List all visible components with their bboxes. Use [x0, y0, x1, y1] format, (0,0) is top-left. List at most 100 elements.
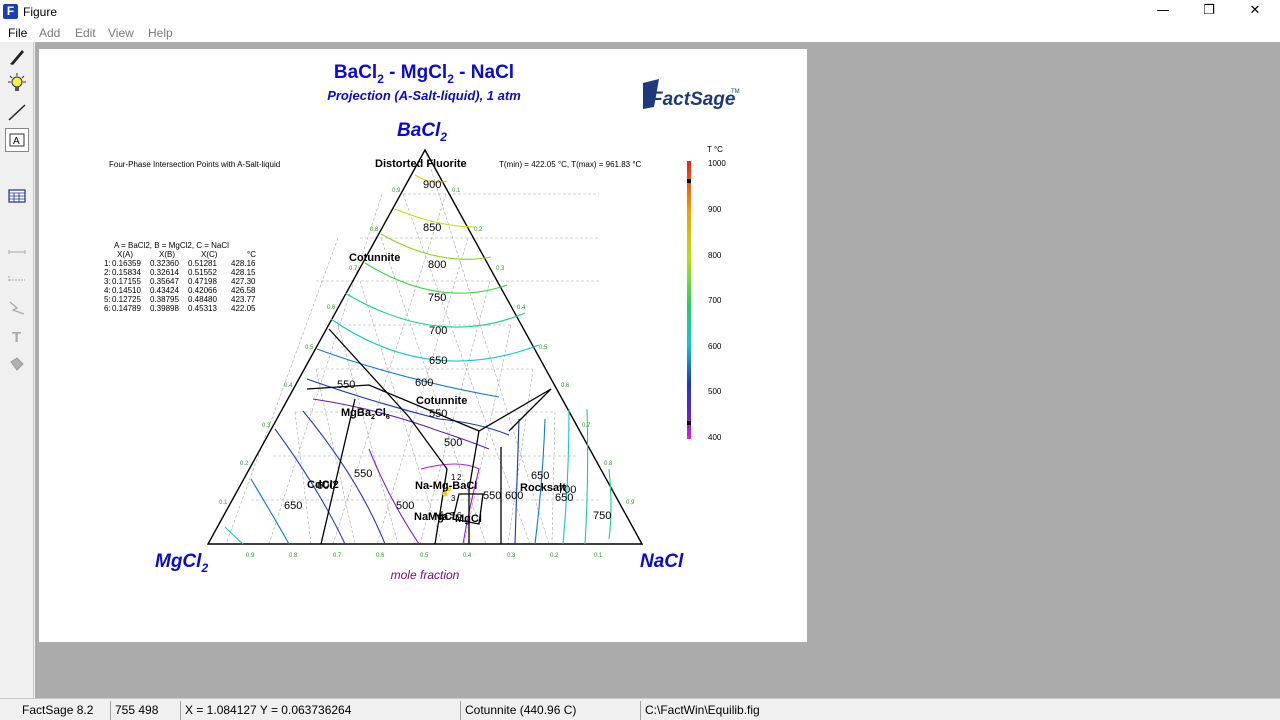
- table-row: 2: 0.15834 0.32614 0.51552 428.15: [104, 268, 256, 277]
- svg-text:0.7: 0.7: [333, 553, 342, 559]
- menu-edit[interactable]: Edit: [75, 26, 96, 40]
- svg-text:°C: °C: [247, 250, 256, 259]
- svg-text:500: 500: [396, 500, 414, 512]
- svg-text:0.51281: 0.51281: [188, 259, 217, 268]
- svg-text:0.35647: 0.35647: [150, 277, 179, 286]
- svg-text:0.3: 0.3: [262, 423, 271, 429]
- svg-text:0.5: 0.5: [305, 345, 314, 351]
- svg-text:0.8: 0.8: [604, 461, 613, 467]
- close-icon[interactable]: ✕: [1232, 0, 1278, 24]
- svg-text:600: 600: [708, 342, 722, 351]
- svg-text:0.3: 0.3: [496, 266, 505, 272]
- intersection-table: A = BaCl2, B = MgCl2, C = NaCl X(A) X(B)…: [104, 241, 256, 313]
- svg-text:TM: TM: [731, 89, 740, 95]
- svg-text:3:: 3:: [104, 277, 111, 286]
- svg-text:0.4: 0.4: [463, 553, 472, 559]
- svg-text:550: 550: [429, 408, 447, 420]
- status-file-path: C:\FactWin\Equilib.fig: [640, 701, 940, 720]
- svg-text:X(B): X(B): [159, 250, 175, 259]
- svg-text:0.48480: 0.48480: [188, 295, 217, 304]
- svg-text:0.8: 0.8: [289, 553, 298, 559]
- svg-text:0.1: 0.1: [452, 188, 461, 194]
- menu-help[interactable]: Help: [148, 26, 173, 40]
- line-style-1-icon[interactable]: [5, 240, 29, 264]
- svg-text:6:: 6:: [104, 304, 111, 313]
- lightbulb-icon[interactable]: [5, 72, 29, 96]
- menu-bar: File Add Edit View Help: [0, 24, 1280, 42]
- svg-text:0.47198: 0.47198: [188, 277, 217, 286]
- svg-text:428.16: 428.16: [231, 259, 256, 268]
- svg-text:0.7: 0.7: [582, 423, 591, 429]
- svg-text:650: 650: [531, 470, 549, 482]
- isotherm-labels: 900 850 800 750 700 650 600 550 500 550 …: [284, 179, 611, 522]
- figure-subtitle: Projection (A-Salt-liquid), 1 atm: [327, 88, 521, 103]
- line-style-2-icon[interactable]: [5, 268, 29, 292]
- status-bar: FactSage 8.2 755 498 X = 1.084127 Y = 0.…: [0, 698, 1280, 720]
- menu-view[interactable]: View: [108, 26, 134, 40]
- line-icon[interactable]: [5, 100, 29, 124]
- svg-text:0.9: 0.9: [626, 500, 635, 506]
- svg-text:427.30: 427.30: [231, 277, 256, 286]
- svg-text:750: 750: [593, 510, 611, 522]
- table-row: 3: 0.17155 0.35647 0.47198 427.30: [104, 277, 256, 286]
- svg-text:0.9: 0.9: [246, 553, 255, 559]
- point-label: 3: [451, 494, 456, 503]
- svg-text:0.6: 0.6: [327, 305, 336, 311]
- corner-label-right: NaCl: [640, 551, 684, 572]
- figure-title: BaCl2 - MgCl2 - NaCl: [334, 62, 514, 86]
- pen-icon[interactable]: [5, 44, 29, 68]
- svg-text:0.7: 0.7: [349, 266, 358, 272]
- corner-label-top: BaCl2: [397, 120, 447, 144]
- svg-text:0.2: 0.2: [550, 553, 559, 559]
- svg-text:0.51552: 0.51552: [188, 268, 217, 277]
- svg-text:0.15834: 0.15834: [112, 268, 141, 277]
- colorbar: [687, 161, 691, 439]
- svg-text:500: 500: [708, 387, 722, 396]
- text-box-icon[interactable]: A: [5, 128, 29, 152]
- table-row: 4: 0.14510 0.43424 0.42066 426.58: [104, 286, 256, 295]
- svg-text:0.5: 0.5: [420, 553, 429, 559]
- text-icon[interactable]: T: [5, 324, 29, 348]
- svg-text:MgCl: MgCl: [455, 513, 482, 525]
- svg-text:0.2: 0.2: [240, 461, 249, 467]
- svg-text:Rocksalt: Rocksalt: [520, 482, 566, 494]
- svg-text:1:: 1:: [104, 259, 111, 268]
- table-row: 6: 0.14789 0.39898 0.45313 422.05: [104, 304, 256, 313]
- info-left-text: Four-Phase Intersection Points with A-Sa…: [109, 160, 280, 169]
- svg-text:0.1: 0.1: [594, 553, 603, 559]
- svg-text:0.5: 0.5: [539, 345, 548, 351]
- svg-text:0.38795: 0.38795: [150, 295, 179, 304]
- svg-text:0.39898: 0.39898: [150, 304, 179, 313]
- ternary-diagram[interactable]: BaCl2 - MgCl2 - NaCl Projection (A-Salt-…: [39, 49, 807, 642]
- factsage-app-icon[interactable]: F: [3, 4, 18, 19]
- svg-text:A: A: [13, 136, 20, 147]
- colorbar-ticks: 1000 900 800 700 600 500 400: [708, 159, 726, 442]
- svg-text:422.05: 422.05: [231, 304, 256, 313]
- table-icon[interactable]: [5, 184, 29, 208]
- minimize-icon[interactable]: —: [1140, 0, 1186, 24]
- svg-text:0.4: 0.4: [284, 383, 293, 389]
- fill-icon[interactable]: [5, 352, 29, 376]
- svg-text:423.77: 423.77: [231, 295, 256, 304]
- svg-text:0.4: 0.4: [517, 305, 526, 311]
- svg-text:0.6: 0.6: [376, 553, 385, 559]
- left-toolbar: A T: [0, 42, 34, 698]
- info-right-text: T(min) = 422.05 °C, T(max) = 961.83 °C: [499, 160, 642, 169]
- svg-text:MgBa2Cl6: MgBa2Cl6: [341, 407, 390, 421]
- figure-canvas[interactable]: BaCl2 - MgCl2 - NaCl Projection (A-Salt-…: [39, 49, 807, 642]
- svg-text:650: 650: [429, 355, 447, 367]
- svg-text:4:: 4:: [104, 286, 111, 295]
- svg-text:750: 750: [428, 292, 446, 304]
- svg-text:550: 550: [354, 468, 372, 480]
- maximize-icon[interactable]: ❐: [1186, 0, 1232, 24]
- title-bar: F Figure — ❐ ✕: [0, 0, 1280, 24]
- svg-text:850: 850: [423, 222, 441, 234]
- svg-text:X(A): X(A): [117, 250, 133, 259]
- svg-text:Cotunnite: Cotunnite: [349, 252, 400, 264]
- menu-add[interactable]: Add: [39, 26, 60, 40]
- menu-file[interactable]: File: [8, 26, 27, 40]
- svg-text:CdCl2: CdCl2: [307, 479, 339, 491]
- svg-text:T: T: [12, 329, 21, 346]
- svg-text:0.1: 0.1: [219, 500, 228, 506]
- curve-icon[interactable]: [5, 296, 29, 320]
